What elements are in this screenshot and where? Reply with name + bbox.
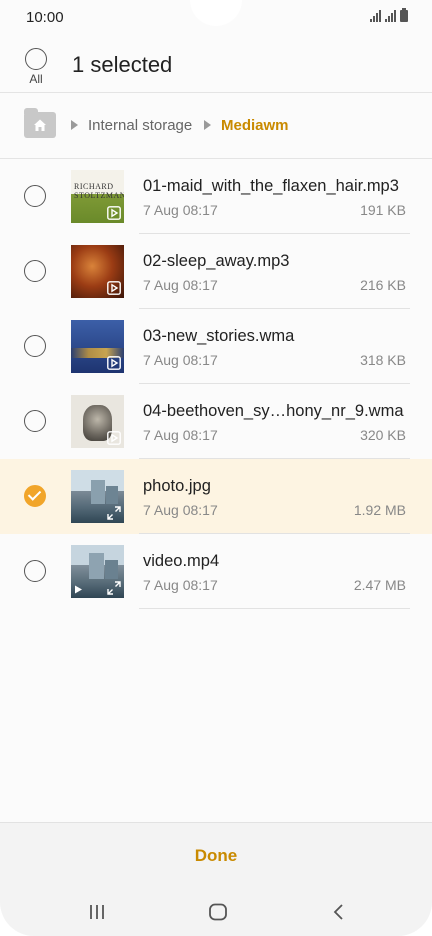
breadcrumb-internal-storage[interactable]: Internal storage [88,117,192,134]
file-checkbox-checked[interactable] [24,485,46,507]
audio-thumbnail: RICHARD STOLTZMAN [71,170,124,223]
audio-thumbnail [71,395,124,448]
signal-icon-2 [385,10,396,22]
video-play-icon [75,585,82,594]
file-size: 320 KB [360,427,406,443]
file-checkbox[interactable] [24,560,46,582]
select-all-checkbox[interactable] [25,48,47,70]
file-checkbox[interactable] [24,260,46,282]
play-icon [107,281,121,295]
file-name: 04-beethoven_sy…hony_nr_9.wma [143,402,404,420]
file-size: 2.47 MB [353,577,406,593]
audio-thumbnail [71,245,124,298]
home-icon[interactable] [208,903,228,921]
video-thumbnail [71,545,124,598]
file-checkbox[interactable] [24,410,46,432]
file-row[interactable]: RICHARD STOLTZMAN 01-maid_with_the_flaxe… [0,159,432,234]
file-date: 7 Aug 08:17 [143,277,218,293]
battery-icon [400,8,408,22]
file-checkbox[interactable] [24,185,46,207]
file-size: 216 KB [360,277,406,293]
play-icon [107,356,121,370]
system-nav-bar [0,899,432,927]
file-size: 191 KB [360,202,406,218]
file-date: 7 Aug 08:17 [143,202,218,218]
file-name: video.mp4 [143,552,220,570]
status-icons [370,8,408,22]
expand-icon [107,506,121,520]
selection-count-title: 1 selected [72,52,173,77]
play-icon [107,206,121,220]
row-divider [139,608,410,609]
file-size: 1.92 MB [353,502,406,518]
file-row[interactable]: 04-beethoven_sy…hony_nr_9.wma 7 Aug 08:1… [0,384,432,459]
breadcrumb-current-folder[interactable]: Mediawm [221,117,289,134]
file-name: 02-sleep_away.mp3 [143,252,290,270]
done-button[interactable]: Done [0,845,432,867]
breadcrumb-separator-icon [204,120,211,130]
file-date: 7 Aug 08:17 [143,502,218,518]
status-bar: 10:00 [0,0,432,34]
back-icon[interactable] [332,903,346,921]
file-row[interactable]: video.mp4 7 Aug 08:17 2.47 MB [0,534,432,609]
select-all-label: All [29,72,43,86]
file-name: 01-maid_with_the_flaxen_hair.mp3 [143,177,399,195]
status-time: 10:00 [26,9,64,26]
file-date: 7 Aug 08:17 [143,427,218,443]
selection-header: All 1 selected [0,34,432,93]
file-date: 7 Aug 08:17 [143,352,218,368]
select-all-toggle[interactable]: All [23,48,49,86]
signal-icon [370,10,381,22]
file-checkbox[interactable] [24,335,46,357]
file-date: 7 Aug 08:17 [143,577,218,593]
file-name: 03-new_stories.wma [143,327,295,345]
image-thumbnail [71,470,124,523]
home-folder-icon[interactable] [24,108,56,138]
file-size: 318 KB [360,352,406,368]
breadcrumb-separator-icon [71,120,78,130]
expand-icon [107,581,121,595]
file-list: RICHARD STOLTZMAN 01-maid_with_the_flaxe… [0,159,432,609]
file-row[interactable]: 02-sleep_away.mp3 7 Aug 08:17 216 KB [0,234,432,309]
breadcrumb: Internal storage Mediawm [0,92,432,159]
file-row[interactable]: 03-new_stories.wma 7 Aug 08:17 318 KB [0,309,432,384]
camera-notch [190,0,242,26]
album-art-text: RICHARD STOLTZMAN [74,182,124,200]
bottom-bar: Done [0,822,432,936]
play-icon [107,431,121,445]
audio-thumbnail [71,320,124,373]
file-name: photo.jpg [143,477,211,495]
recent-apps-icon[interactable] [89,903,105,921]
file-row-selected[interactable]: photo.jpg 7 Aug 08:17 1.92 MB [0,459,432,534]
file-picker-screen: 10:00 All 1 selected Internal storage Me… [0,0,432,936]
